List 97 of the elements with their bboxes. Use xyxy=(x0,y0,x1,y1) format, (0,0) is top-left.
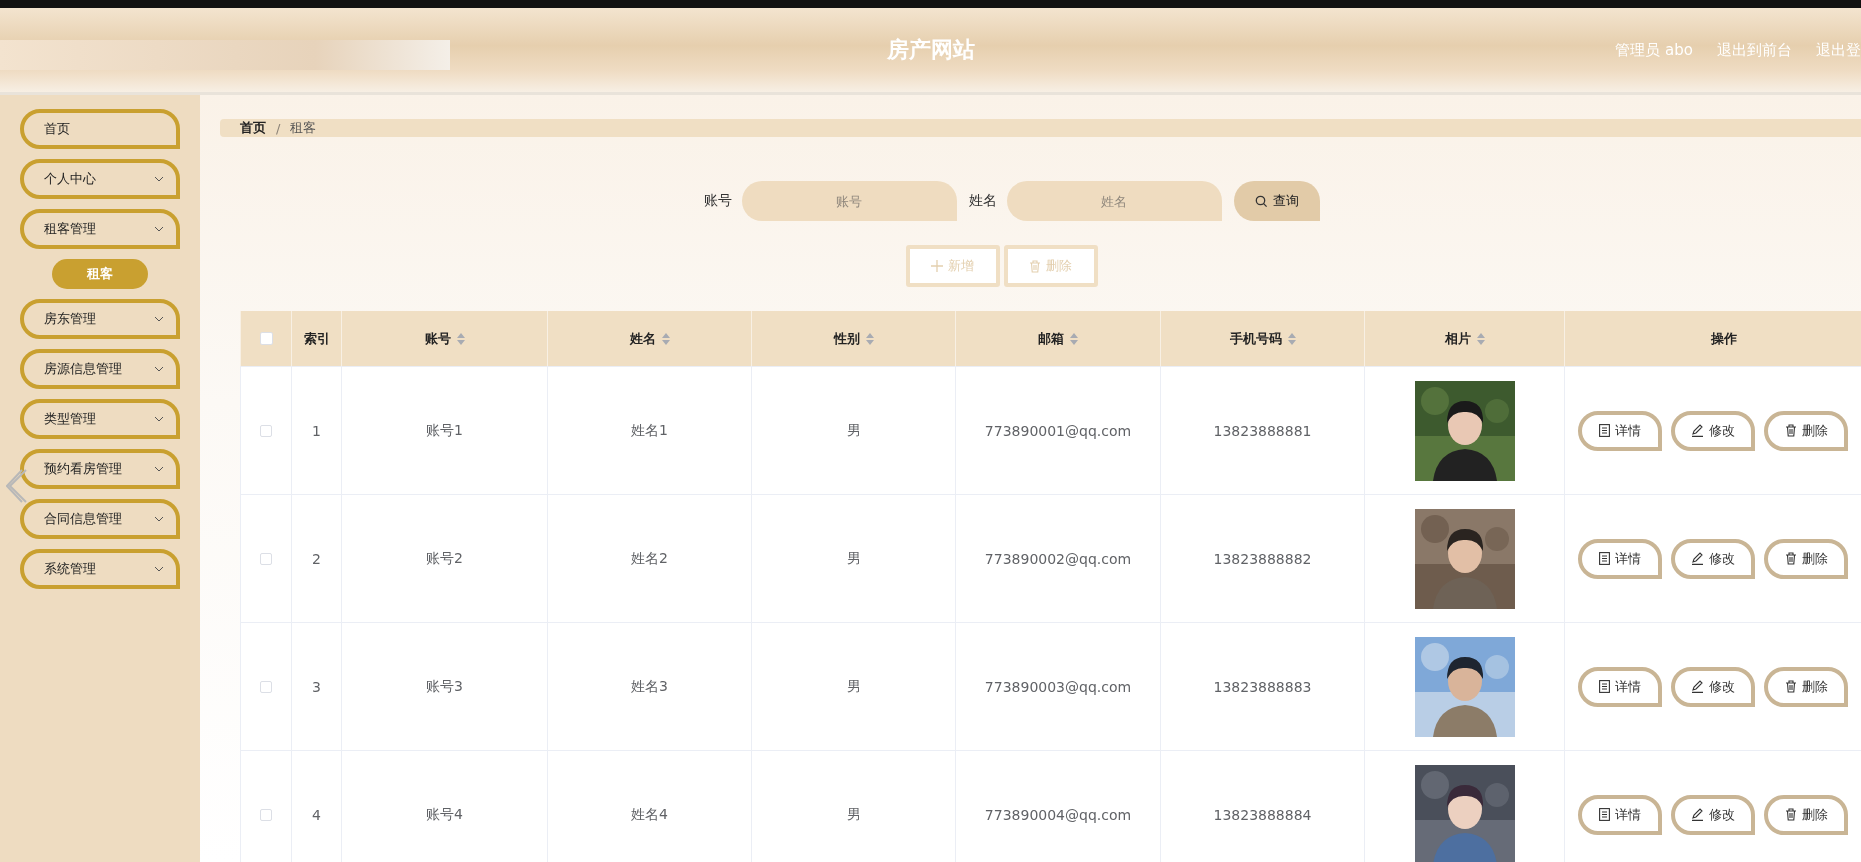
document-icon xyxy=(1599,552,1610,565)
row-checkbox[interactable] xyxy=(260,552,272,565)
table-cell: 账号3 xyxy=(341,623,547,750)
collapse-icon[interactable] xyxy=(6,468,28,504)
menu-item[interactable]: 类型管理 xyxy=(20,399,180,439)
sort-icon[interactable] xyxy=(456,332,465,345)
sort-icon[interactable] xyxy=(1476,332,1485,345)
column-header[interactable]: 姓名 xyxy=(547,311,751,366)
pencil-icon xyxy=(1691,552,1704,565)
menu-item[interactable]: 租客管理 xyxy=(20,209,180,249)
table-cell: 773890001@qq.com xyxy=(955,367,1160,494)
menu-item[interactable]: 预约看房管理 xyxy=(20,449,180,489)
menu-item[interactable]: 个人中心 xyxy=(20,159,180,199)
menu-item[interactable]: 系统管理 xyxy=(20,549,180,589)
table-cell: 13823888881 xyxy=(1160,367,1364,494)
document-icon xyxy=(1599,680,1610,693)
table-cell: 1 xyxy=(291,367,341,494)
table-cell: 姓名1 xyxy=(547,367,751,494)
chevron-down-icon xyxy=(154,366,164,372)
table-cell: 男 xyxy=(751,623,955,750)
table-cell: 773890003@qq.com xyxy=(955,623,1160,750)
search-field[interactable]: 账号 xyxy=(741,181,957,221)
pencil-icon xyxy=(1691,808,1704,821)
column-header[interactable]: 性别 xyxy=(751,311,955,366)
column-header: 索引 xyxy=(291,311,341,366)
table-cell: 773890002@qq.com xyxy=(955,495,1160,622)
delete-button[interactable]: 删除 xyxy=(1764,538,1848,579)
detail-button[interactable]: 详情 xyxy=(1578,666,1662,707)
chevron-down-icon xyxy=(154,516,164,522)
edit-button[interactable]: 修改 xyxy=(1671,538,1755,579)
search-button[interactable]: 查询 xyxy=(1233,181,1320,221)
trash-icon xyxy=(1784,552,1797,565)
table-cell: 男 xyxy=(751,751,955,862)
document-icon xyxy=(1599,424,1610,437)
detail-button[interactable]: 详情 xyxy=(1578,538,1662,579)
breadcrumb-item: 租客 xyxy=(290,119,317,137)
sort-icon[interactable] xyxy=(1287,332,1296,345)
table-cell: 男 xyxy=(751,495,955,622)
field-label: 姓名 xyxy=(968,192,997,210)
field-label: 账号 xyxy=(703,192,732,210)
detail-button[interactable]: 详情 xyxy=(1578,410,1662,451)
row-checkbox[interactable] xyxy=(260,808,272,821)
table-cell: 773890004@qq.com xyxy=(955,751,1160,862)
table-cell: 账号2 xyxy=(341,495,547,622)
edit-button[interactable]: 修改 xyxy=(1671,666,1755,707)
site-title: 房产网站 xyxy=(886,36,975,64)
sort-icon[interactable] xyxy=(865,332,874,345)
document-icon xyxy=(1599,808,1610,821)
column-header[interactable]: 相片 xyxy=(1364,311,1564,366)
chevron-down-icon xyxy=(154,416,164,422)
trash-icon xyxy=(1784,680,1797,693)
table-cell: 姓名4 xyxy=(547,751,751,862)
chevron-down-icon xyxy=(154,566,164,572)
menu-item[interactable]: 合同信息管理 xyxy=(20,499,180,539)
trash-icon xyxy=(1784,808,1797,821)
pencil-icon xyxy=(1691,680,1704,693)
menu-item[interactable]: 房源信息管理 xyxy=(20,349,180,389)
delete-button[interactable]: 删除 xyxy=(1764,410,1848,451)
table-cell: 13823888882 xyxy=(1160,495,1364,622)
table-cell: 男 xyxy=(751,367,955,494)
row-checkbox[interactable] xyxy=(260,424,272,437)
table-cell: 4 xyxy=(291,751,341,862)
breadcrumb-item[interactable]: 首页 xyxy=(240,119,266,137)
delete-button[interactable]: 删除 xyxy=(1764,666,1848,707)
detail-button[interactable]: 详情 xyxy=(1578,794,1662,835)
breadcrumb-separator: / xyxy=(276,120,281,136)
table-cell: 账号1 xyxy=(341,367,547,494)
table-cell: 账号4 xyxy=(341,751,547,862)
trash-icon xyxy=(1784,424,1797,437)
edit-button[interactable]: 修改 xyxy=(1671,794,1755,835)
table-cell: 13823888884 xyxy=(1160,751,1364,862)
table-cell: 姓名3 xyxy=(547,623,751,750)
table-cell: 姓名2 xyxy=(547,495,751,622)
sort-icon[interactable] xyxy=(661,332,670,345)
search-icon xyxy=(1254,194,1268,208)
delete-button[interactable]: 删除 xyxy=(1764,794,1848,835)
column-header[interactable]: 手机号码 xyxy=(1160,311,1364,366)
table-cell: 13823888883 xyxy=(1160,623,1364,750)
column-header[interactable]: 账号 xyxy=(341,311,547,366)
column-header: 操作 xyxy=(1564,311,1861,366)
search-field[interactable]: 姓名 xyxy=(1006,181,1222,221)
chevron-down-icon xyxy=(154,176,164,182)
pencil-icon xyxy=(1691,424,1704,437)
edit-button[interactable]: 修改 xyxy=(1671,410,1755,451)
plus-icon xyxy=(931,260,943,272)
row-checkbox[interactable] xyxy=(260,680,272,693)
table-cell: 2 xyxy=(291,495,341,622)
trash-icon xyxy=(1029,259,1041,273)
menu-item[interactable]: 首页 xyxy=(20,109,180,149)
column-header[interactable]: 邮箱 xyxy=(955,311,1160,366)
sort-icon[interactable] xyxy=(1070,332,1078,345)
menu-item[interactable]: 房东管理 xyxy=(20,299,180,339)
chevron-down-icon xyxy=(154,226,164,232)
chevron-down-icon xyxy=(154,466,164,472)
table-cell: 3 xyxy=(291,623,341,750)
select-all-checkbox[interactable] xyxy=(259,332,273,345)
chevron-down-icon xyxy=(154,316,164,322)
